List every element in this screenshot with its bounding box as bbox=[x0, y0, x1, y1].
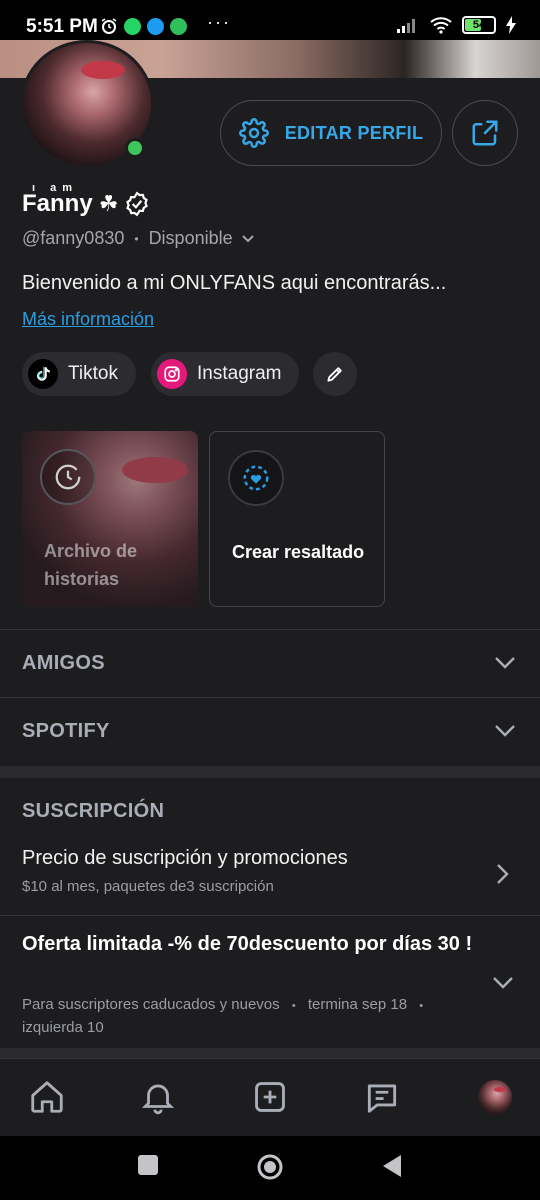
subscription-section-title: SUSCRIPCIÓN bbox=[22, 800, 165, 822]
chevron-right-icon bbox=[497, 864, 509, 884]
battery-indicator: 54 bbox=[462, 16, 496, 34]
clock-icon bbox=[40, 449, 96, 505]
home-icon bbox=[31, 1081, 63, 1113]
signal-icon bbox=[397, 19, 415, 33]
charging-icon bbox=[506, 16, 516, 34]
instagram-icon bbox=[157, 359, 187, 389]
alarm-icon bbox=[101, 18, 117, 34]
limited-offer-subtitle: Para suscriptores caducados y nuevos • t… bbox=[22, 996, 424, 1036]
profile-handle: @fanny0830 bbox=[22, 228, 125, 248]
friends-section[interactable]: AMIGOS bbox=[0, 630, 540, 697]
whatsapp-icon bbox=[124, 17, 141, 35]
home-circle-icon[interactable] bbox=[256, 1153, 284, 1181]
availability-status[interactable]: Disponible bbox=[149, 228, 255, 249]
chevron-down-icon bbox=[241, 234, 254, 242]
more-info-link[interactable]: Más información bbox=[22, 309, 154, 330]
online-status-dot bbox=[125, 138, 145, 158]
plus-square-icon bbox=[255, 1082, 285, 1112]
story-archive-card[interactable]: Archivo de historias bbox=[22, 431, 198, 607]
spotify-section-title: SPOTIFY bbox=[22, 720, 110, 742]
edit-profile-button[interactable]: EDITAR PERFIL bbox=[220, 100, 442, 166]
bell-icon bbox=[141, 1084, 175, 1115]
limited-offer-title: Oferta limitada -% de 70descuento por dí… bbox=[22, 933, 473, 955]
instagram-label: Instagram bbox=[197, 363, 282, 384]
handle-row: @fanny0830 • Disponible bbox=[22, 228, 255, 249]
clover-icon: ☘ bbox=[98, 191, 119, 216]
availability-label: Disponible bbox=[148, 228, 233, 248]
profile-bio: Bienvenido a mi ONLYFANS aqui encontrará… bbox=[22, 272, 447, 294]
subscription-price-row[interactable]: Precio de suscripción y promociones $10 … bbox=[0, 836, 540, 914]
wifi-icon bbox=[430, 17, 452, 34]
instagram-link[interactable]: Instagram bbox=[151, 352, 300, 396]
share-profile-button[interactable] bbox=[452, 100, 518, 166]
share-icon bbox=[472, 120, 498, 146]
system-navigation-bar bbox=[0, 1136, 540, 1200]
back-icon[interactable] bbox=[381, 1154, 403, 1178]
subscription-price-title: Precio de suscripción y promociones bbox=[22, 847, 348, 869]
edit-links-button[interactable] bbox=[313, 352, 357, 396]
nav-notifications[interactable] bbox=[138, 1077, 178, 1117]
profile-avatar bbox=[478, 1080, 512, 1114]
status-time: 5:51 PM bbox=[26, 16, 98, 37]
notification-icon bbox=[170, 17, 187, 35]
status-notification-icons bbox=[100, 17, 187, 35]
nav-messages[interactable] bbox=[362, 1077, 402, 1117]
twitter-icon bbox=[147, 17, 164, 35]
tiktok-label: Tiktok bbox=[68, 363, 118, 384]
pencil-icon bbox=[327, 367, 342, 382]
profile-name: Fanny ı am ☘ bbox=[22, 182, 150, 218]
chevron-down-icon bbox=[495, 725, 515, 737]
nav-home[interactable] bbox=[27, 1077, 67, 1117]
bottom-navigation bbox=[0, 1058, 540, 1136]
name-decoration: ı am bbox=[32, 182, 79, 194]
nav-profile[interactable] bbox=[475, 1077, 515, 1117]
status-more: ··· bbox=[207, 12, 231, 32]
section-band bbox=[0, 1048, 540, 1058]
create-highlight-card[interactable]: Crear resaltado bbox=[209, 431, 385, 607]
display-name: Fanny bbox=[22, 190, 93, 217]
tiktok-icon bbox=[28, 359, 58, 389]
recent-apps-icon[interactable] bbox=[137, 1154, 159, 1176]
heart-plus-icon bbox=[228, 450, 284, 506]
story-archive-label: Archivo de historias bbox=[44, 541, 138, 589]
spotify-section[interactable]: SPOTIFY bbox=[0, 698, 540, 765]
chevron-down-icon[interactable] bbox=[492, 976, 514, 990]
friends-section-title: AMIGOS bbox=[22, 652, 105, 674]
edit-profile-label: EDITAR PERFIL bbox=[284, 122, 424, 143]
create-highlight-label: Crear resaltado bbox=[232, 542, 365, 562]
chat-icon bbox=[367, 1084, 397, 1113]
tiktok-link[interactable]: Tiktok bbox=[22, 352, 136, 396]
verified-icon bbox=[126, 191, 149, 217]
status-system-icons: 54 bbox=[396, 16, 516, 34]
gear-icon bbox=[238, 118, 269, 148]
nav-create[interactable] bbox=[250, 1077, 290, 1117]
subscription-price-subtitle: $10 al mes, paquetes de3 suscripción bbox=[22, 878, 274, 895]
section-band bbox=[0, 766, 540, 778]
handle-separator: • bbox=[134, 231, 139, 246]
chevron-down-icon bbox=[495, 657, 515, 669]
